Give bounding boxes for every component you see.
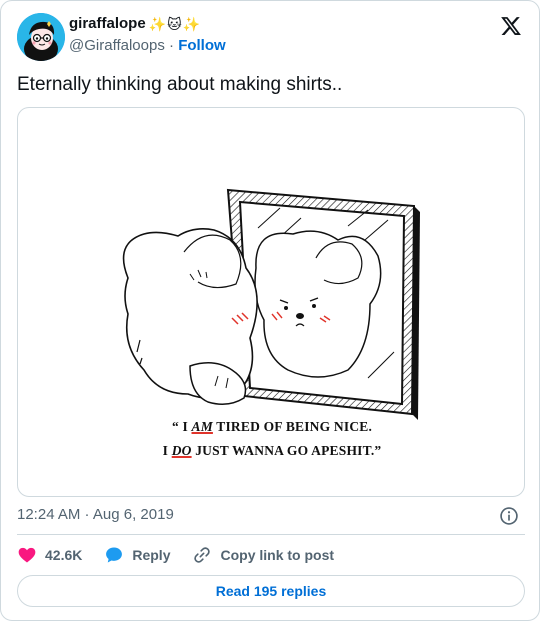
post-image[interactable]: “ I AM TIRED OF BEING NICE. I DO JUST WA…: [17, 107, 525, 497]
info-icon[interactable]: [499, 506, 519, 526]
copy-link-button[interactable]: Copy link to post: [192, 545, 334, 565]
avatar-illustration: [17, 13, 65, 61]
author-handle[interactable]: @Giraffaloops: [69, 37, 165, 54]
author-display-name[interactable]: giraffalope: [69, 14, 146, 34]
action-bar: 42.6K Reply Copy link to post: [17, 544, 356, 566]
author-emoji-suffix: ✨🐱✨: [148, 16, 202, 32]
author-name-row: giraffalope ✨🐱✨: [69, 14, 226, 34]
like-button[interactable]: 42.6K: [17, 545, 82, 565]
caption-line1-open: “ I: [171, 419, 188, 434]
divider: [17, 534, 525, 535]
author-handle-row: @Giraffaloops · Follow: [69, 36, 226, 56]
image-caption-line-1: “ I AM TIRED OF BEING NICE.: [18, 419, 524, 435]
bear-mirror-illustration: [122, 188, 420, 420]
handle-separator: ·: [169, 37, 175, 54]
caption-line2-emphasis: DO: [171, 443, 192, 458]
speech-bubble-icon: [106, 547, 123, 563]
heart-icon: [18, 547, 36, 563]
x-logo-icon[interactable]: [500, 15, 522, 37]
avatar[interactable]: [17, 13, 65, 61]
post-timestamp[interactable]: 12:24 AM · Aug 6, 2019: [17, 505, 174, 525]
link-icon: [194, 547, 211, 563]
author-block: giraffalope ✨🐱✨ @Giraffaloops · Follow: [69, 14, 226, 56]
follow-link[interactable]: Follow: [178, 37, 226, 54]
caption-line2-start: I: [162, 443, 169, 458]
embedded-post-card: giraffalope ✨🐱✨ @Giraffaloops · Follow E…: [0, 0, 540, 621]
read-replies-label: Read 195 replies: [215, 583, 327, 599]
caption-line1-rest: TIRED OF BEING NICE.: [216, 419, 373, 434]
read-replies-button[interactable]: Read 195 replies: [17, 575, 525, 607]
copy-link-label: Copy link to post: [220, 547, 335, 563]
reply-label: Reply: [132, 547, 171, 563]
post-text: Eternally thinking about making shirts..: [17, 74, 343, 95]
caption-line1-emphasis: AM: [191, 419, 213, 434]
like-count: 42.6K: [45, 547, 83, 563]
image-caption-line-2: I DO JUST WANNA GO APESHIT.”: [18, 443, 524, 459]
reply-button[interactable]: Reply: [104, 545, 170, 565]
caption-line2-rest: JUST WANNA GO APESHIT.”: [195, 443, 382, 458]
